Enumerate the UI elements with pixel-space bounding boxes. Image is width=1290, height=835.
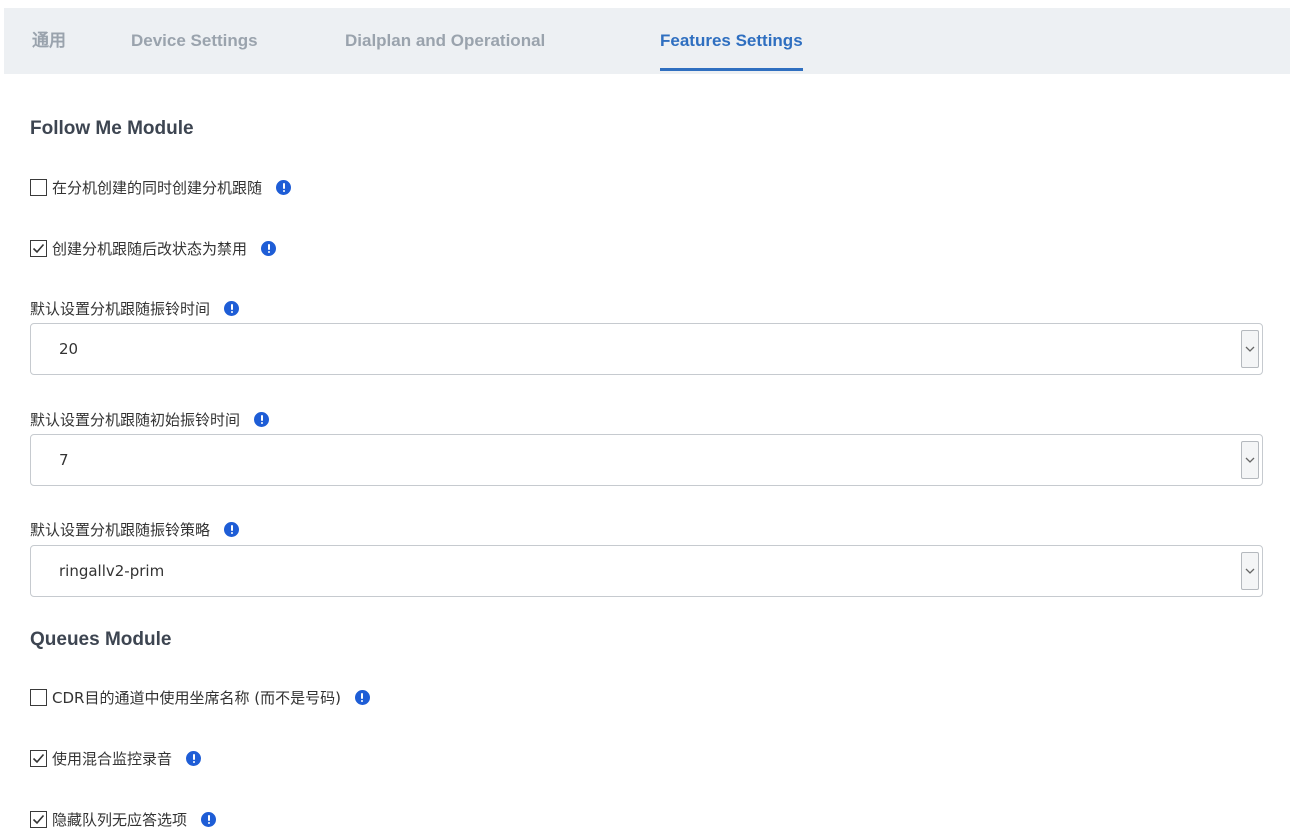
info-icon[interactable] [261, 240, 277, 256]
settings-tab-bar: 通用 Device Settings Dialplan and Operatio… [4, 8, 1290, 74]
followme-ring-time-value: 20 [59, 340, 79, 358]
info-icon[interactable] [186, 750, 202, 766]
disable-followme-after-create-checkbox[interactable] [30, 239, 47, 257]
disable-followme-after-create-label: 创建分机跟随后改状态为禁用 [52, 239, 248, 258]
cdr-agent-name-row: CDR目的通道中使用坐席名称 (而不是号码) [30, 685, 370, 709]
mixed-monitor-label: 使用混合监控录音 [52, 749, 173, 768]
info-icon[interactable] [354, 689, 370, 705]
followme-ring-strategy-value: ringallv2-prim [59, 562, 165, 580]
chevron-down-icon [1241, 441, 1259, 479]
follow-me-section-title: Follow Me Module [30, 118, 194, 139]
info-icon[interactable] [254, 411, 270, 427]
info-icon[interactable] [224, 300, 240, 316]
queues-section-title: Queues Module [30, 629, 172, 650]
chevron-down-icon [1241, 552, 1259, 590]
followme-initial-ring-time-value: 7 [59, 451, 69, 469]
followme-ring-strategy-label-row: 默认设置分机跟随振铃策略 [30, 518, 240, 540]
followme-initial-ring-time-label-row: 默认设置分机跟随初始振铃时间 [30, 408, 270, 430]
tab-features-settings-label: Features Settings [660, 31, 803, 50]
tab-general[interactable]: 通用 [32, 8, 66, 74]
tab-features-settings[interactable]: Features Settings [660, 8, 803, 74]
followme-ring-strategy-label: 默认设置分机跟随振铃策略 [30, 520, 211, 539]
mixed-monitor-checkbox[interactable] [30, 749, 47, 767]
followme-initial-ring-time-select[interactable]: 7 [30, 434, 1263, 486]
info-icon[interactable] [201, 811, 217, 827]
followme-ring-time-label-row: 默认设置分机跟随振铃时间 [30, 297, 240, 319]
create-followme-with-extension-row: 在分机创建的同时创建分机跟随 [30, 175, 292, 199]
active-tab-underline [660, 68, 803, 71]
disable-followme-after-create-row: 创建分机跟随后改状态为禁用 [30, 236, 277, 260]
checkmark-icon [32, 753, 45, 763]
info-icon[interactable] [276, 179, 292, 195]
followme-ring-time-label: 默认设置分机跟随振铃时间 [30, 299, 211, 318]
mixed-monitor-row: 使用混合监控录音 [30, 746, 202, 770]
checkmark-icon [32, 243, 45, 253]
hide-no-answer-row: 隐藏队列无应答选项 [30, 807, 217, 831]
followme-ring-time-select[interactable]: 20 [30, 323, 1263, 375]
info-icon[interactable] [224, 521, 240, 537]
followme-ring-strategy-select[interactable]: ringallv2-prim [30, 545, 1263, 597]
checkmark-icon [32, 814, 45, 824]
hide-no-answer-label: 隐藏队列无应答选项 [52, 810, 188, 829]
tab-device-settings[interactable]: Device Settings [131, 8, 258, 74]
chevron-down-icon [1241, 330, 1259, 368]
tab-dialplan-operational[interactable]: Dialplan and Operational [345, 8, 545, 74]
hide-no-answer-checkbox[interactable] [30, 810, 47, 828]
create-followme-with-extension-checkbox[interactable] [30, 178, 47, 196]
followme-initial-ring-time-label: 默认设置分机跟随初始振铃时间 [30, 410, 241, 429]
cdr-agent-name-label: CDR目的通道中使用坐席名称 (而不是号码) [52, 688, 341, 707]
cdr-agent-name-checkbox[interactable] [30, 688, 47, 706]
create-followme-with-extension-label: 在分机创建的同时创建分机跟随 [52, 178, 263, 197]
